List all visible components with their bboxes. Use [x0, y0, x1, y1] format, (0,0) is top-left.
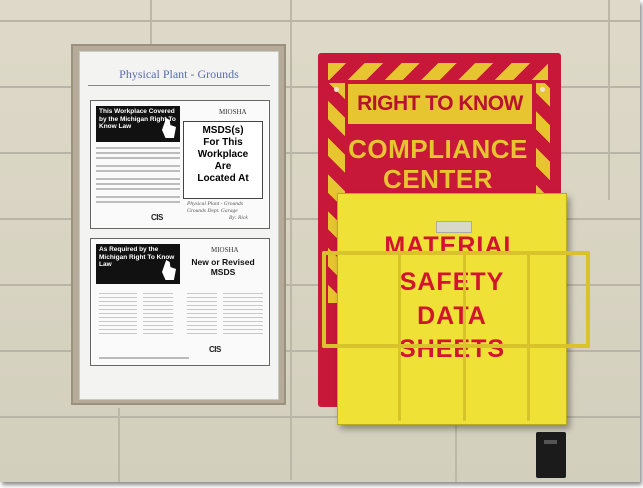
wire-rack-bar: [586, 251, 590, 348]
new-msds-title: New or Revised MSDS: [183, 257, 263, 277]
center-text: CENTER: [383, 164, 493, 194]
form-column: [99, 293, 137, 337]
cork-board: Physical Plant - Grounds This Workplace …: [71, 44, 286, 405]
fine-print-line: [96, 188, 180, 190]
new-msds-panel: As Required by the Michigan Right To Kno…: [90, 238, 270, 366]
photo-frame: Physical Plant - Grounds This Workplace …: [0, 0, 640, 482]
fine-print-line: [96, 152, 180, 154]
form-column: [187, 293, 217, 337]
michigan-map-icon: [162, 260, 176, 280]
divider: [88, 85, 270, 86]
poster-header: Physical Plant - Grounds: [119, 67, 239, 81]
handwritten-line: Grounds Dept. Garage: [187, 208, 238, 214]
hazard-stripes: [328, 63, 548, 80]
title-line: MSDS: [210, 267, 236, 277]
fine-print-line: [96, 157, 180, 159]
law-notice-box: This Workplace Covered by the Michigan R…: [96, 106, 180, 142]
fine-print-line: [96, 147, 180, 149]
wire-rack-bar: [322, 251, 326, 348]
compliance-text: COMPLIANCE: [348, 134, 528, 164]
wire-rack-bar: [398, 251, 401, 421]
wall-joint: [150, 0, 152, 44]
msds-line: MSDS(s): [202, 125, 244, 136]
fine-print-line: [96, 183, 180, 185]
wall-joint: [118, 408, 120, 482]
msds-binder-holder[interactable]: MATERIAL SAFETY DATA SHEETS: [337, 193, 567, 425]
rivet: [540, 87, 545, 92]
msds-location-panel: This Workplace Covered by the Michigan R…: [90, 100, 270, 229]
fine-print-line: [96, 196, 180, 198]
data-text: DATA: [417, 302, 487, 330]
msds-line: Are: [214, 161, 232, 172]
msds-line: Located At: [197, 173, 249, 184]
sheets-text: SHEETS: [398, 335, 506, 363]
material-text: MATERIAL: [384, 232, 520, 260]
wall-joint: [290, 0, 292, 480]
form-column: [143, 293, 173, 337]
wall-joint: [455, 425, 457, 482]
wire-rack-bar: [322, 251, 590, 255]
msds-line: Workplace: [197, 149, 249, 160]
msds-line: For This: [203, 137, 243, 148]
law-notice-text: As Required by the Michigan Right To Kno…: [99, 246, 175, 268]
handwritten-line: Physical Plant - Grounds: [187, 201, 243, 207]
wall-joint: [608, 0, 610, 200]
wall-box: [536, 432, 566, 478]
miosha-logo: MIOSHA: [211, 246, 239, 254]
fine-print-line: [96, 178, 180, 180]
fine-print-line: [96, 165, 180, 167]
handwritten-line: By: Rick: [229, 215, 248, 221]
wire-rack-bar: [527, 251, 530, 421]
footer-line: [99, 357, 189, 359]
safety-text: SAFETY: [399, 268, 505, 296]
fine-print-line: [96, 170, 180, 172]
msds-location-box: MSDS(s) For This Workplace Are Located A…: [183, 121, 263, 199]
title-line: New or Revised: [191, 257, 255, 267]
fine-print-line: [96, 201, 180, 203]
form-column: [223, 293, 263, 337]
handwritten-area: Physical Plant - Grounds Grounds Dept. G…: [183, 201, 263, 225]
right-to-know-poster: Physical Plant - Grounds This Workplace …: [79, 51, 279, 400]
right-to-know-banner: RIGHT TO KNOW: [348, 84, 532, 124]
cis-logo: CIS: [209, 345, 221, 354]
miosha-logo: MIOSHA: [219, 108, 247, 116]
wire-rack-bar: [463, 251, 466, 421]
wire-rack-bar: [322, 344, 590, 348]
cis-logo: CIS: [151, 213, 163, 222]
law-notice-box: As Required by the Michigan Right To Kno…: [96, 244, 180, 284]
rivet: [334, 87, 339, 92]
